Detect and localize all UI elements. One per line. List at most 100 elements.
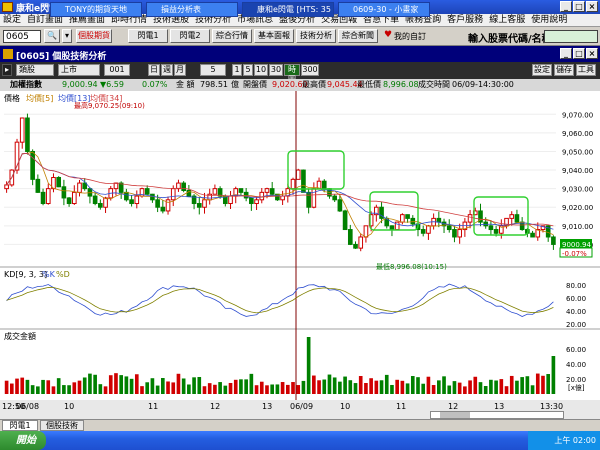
volume-bar bbox=[9, 383, 14, 394]
price-axis-tick: 9,040.00 bbox=[562, 167, 593, 175]
time-axis-tick: 06/09 bbox=[290, 402, 313, 411]
min-30-button[interactable]: 30 bbox=[269, 64, 283, 76]
minimize-button[interactable]: _ bbox=[560, 1, 572, 12]
volume-bar bbox=[129, 378, 134, 394]
volume-bar bbox=[499, 379, 504, 394]
index-change-pct: 0.07% bbox=[142, 80, 168, 89]
volume-bar bbox=[483, 386, 488, 394]
d-legend: %D bbox=[56, 270, 70, 279]
task-paint[interactable]: 0609-30 - 小畫家 bbox=[338, 2, 430, 17]
count-input[interactable]: 300 bbox=[301, 64, 319, 76]
min-1-button[interactable]: 1 bbox=[232, 64, 242, 76]
candle-body bbox=[290, 178, 296, 190]
volume-bar bbox=[379, 380, 384, 394]
flash1-button[interactable]: 閃電1 bbox=[128, 29, 168, 43]
volume-bar bbox=[166, 381, 170, 394]
collapse-icon[interactable]: ▸ bbox=[2, 64, 12, 76]
news-button[interactable]: 綜合新聞 bbox=[338, 29, 378, 43]
volume-bar bbox=[218, 382, 222, 394]
candle-body bbox=[212, 188, 218, 195]
time-axis-tick: 12 bbox=[448, 402, 458, 411]
code-input[interactable]: 0605 bbox=[3, 30, 41, 43]
menu-help[interactable]: 使用說明 bbox=[528, 14, 570, 27]
volume-bar bbox=[395, 379, 399, 394]
panel-maximize-button[interactable]: □ bbox=[573, 48, 585, 59]
stock-futures-button[interactable]: 個股期貨 bbox=[76, 29, 112, 43]
candle-body bbox=[92, 195, 98, 205]
volume-bar bbox=[197, 376, 202, 394]
flash2-button[interactable]: 閃電2 bbox=[170, 29, 210, 43]
maximize-button[interactable]: □ bbox=[573, 1, 585, 12]
menu-settings[interactable]: 設定 bbox=[0, 14, 24, 27]
panel-close-button[interactable]: × bbox=[586, 48, 598, 59]
close-button[interactable]: × bbox=[586, 1, 598, 12]
candle-body bbox=[353, 243, 358, 249]
search-icon[interactable]: 🔍 bbox=[44, 29, 60, 43]
candle-body bbox=[40, 191, 46, 205]
volume-bar bbox=[72, 382, 77, 394]
candle-body bbox=[295, 169, 301, 180]
volume-bar bbox=[93, 374, 97, 394]
candle-body bbox=[56, 176, 62, 188]
amount-label: 金 額 bbox=[176, 80, 195, 89]
volume-bar bbox=[509, 375, 514, 394]
interval-select[interactable]: 5 bbox=[200, 64, 226, 76]
market-select[interactable]: 上市 bbox=[58, 64, 100, 76]
min-10-button[interactable]: 10 bbox=[254, 64, 268, 76]
k-legend: %K bbox=[42, 270, 56, 279]
tools-button[interactable]: 工具 bbox=[576, 64, 596, 76]
task-pnl-table[interactable]: 損益分析表 bbox=[146, 2, 238, 17]
tech-analysis-button[interactable]: 技術分析 bbox=[296, 29, 336, 43]
volume-bar bbox=[520, 377, 524, 394]
panel-header: [0605] 個股技術分析 _ □ × bbox=[0, 46, 600, 62]
start-button[interactable]: 開始 bbox=[0, 431, 46, 450]
volume-bar bbox=[98, 384, 103, 394]
volume-bar bbox=[322, 379, 327, 394]
tab-flash1[interactable]: 閃電1 bbox=[2, 420, 38, 431]
candle-body bbox=[264, 188, 270, 193]
dropdown-icon[interactable]: ▾ bbox=[62, 29, 72, 43]
settings-button[interactable]: 設定 bbox=[532, 64, 552, 76]
tick-button[interactable]: 時圖 bbox=[284, 64, 300, 84]
task-futures-blog[interactable]: TONY的期貨天地 bbox=[50, 2, 142, 17]
price-axis-tick: 9,030.00 bbox=[562, 186, 593, 194]
save-button[interactable]: 儲存 bbox=[554, 64, 574, 76]
heart-icon: ♥ bbox=[384, 30, 393, 40]
quotes-button[interactable]: 綜合行情 bbox=[212, 29, 252, 43]
candle-body bbox=[228, 195, 233, 205]
task-hts-app[interactable]: 康和e閃電 [HTS: 35 ... bbox=[242, 2, 334, 17]
windows-taskbar bbox=[0, 431, 600, 450]
price-axis-tick: 9,050.00 bbox=[562, 148, 593, 156]
candle-body bbox=[311, 188, 317, 208]
time-axis-tick: 11 bbox=[148, 402, 158, 411]
candle-body bbox=[196, 203, 202, 208]
technical-chart[interactable]: 價格 均價[5] 均價[13] 均價[34] 最高9,070.25(09:10)… bbox=[0, 91, 600, 400]
stock-code-input[interactable] bbox=[544, 30, 598, 43]
period-week-button[interactable]: 週 bbox=[161, 64, 173, 76]
candle-body bbox=[530, 232, 535, 238]
fundamentals-button[interactable]: 基本面報 bbox=[254, 29, 294, 43]
time-axis-tick: 13:30 bbox=[540, 402, 563, 411]
category-select[interactable]: 類股 bbox=[16, 64, 54, 76]
volume-bar bbox=[259, 381, 264, 394]
time-axis-tick: 13 bbox=[494, 402, 504, 411]
menu-customer-service[interactable]: 客戶服務 bbox=[444, 14, 486, 27]
volume-bar bbox=[171, 382, 176, 394]
min-5-button[interactable]: 5 bbox=[243, 64, 253, 76]
candle-body bbox=[19, 117, 25, 143]
favorites-link[interactable]: 我的自訂 bbox=[394, 31, 426, 42]
system-tray: 上午 02:00 bbox=[528, 431, 600, 450]
volume-bar bbox=[332, 377, 337, 394]
candle-body bbox=[254, 199, 259, 205]
volume-bar bbox=[20, 377, 25, 394]
sector-code-select[interactable]: 001 bbox=[104, 64, 130, 76]
chart-controls: ▸ 類股 上市 001 日 週 月 5 1 5 10 30 時圖 300 設定 … bbox=[0, 62, 600, 84]
candle-body bbox=[321, 180, 327, 190]
period-day-button[interactable]: 日 bbox=[148, 64, 160, 76]
period-month-button[interactable]: 月 bbox=[174, 64, 186, 76]
scroll-thumb[interactable] bbox=[440, 412, 470, 418]
tab-stock-tech[interactable]: 個股技術 bbox=[40, 420, 84, 431]
volume-bar bbox=[161, 378, 165, 394]
menu-online-support[interactable]: 線上客服 bbox=[486, 14, 528, 27]
panel-minimize-button[interactable]: _ bbox=[560, 48, 572, 59]
